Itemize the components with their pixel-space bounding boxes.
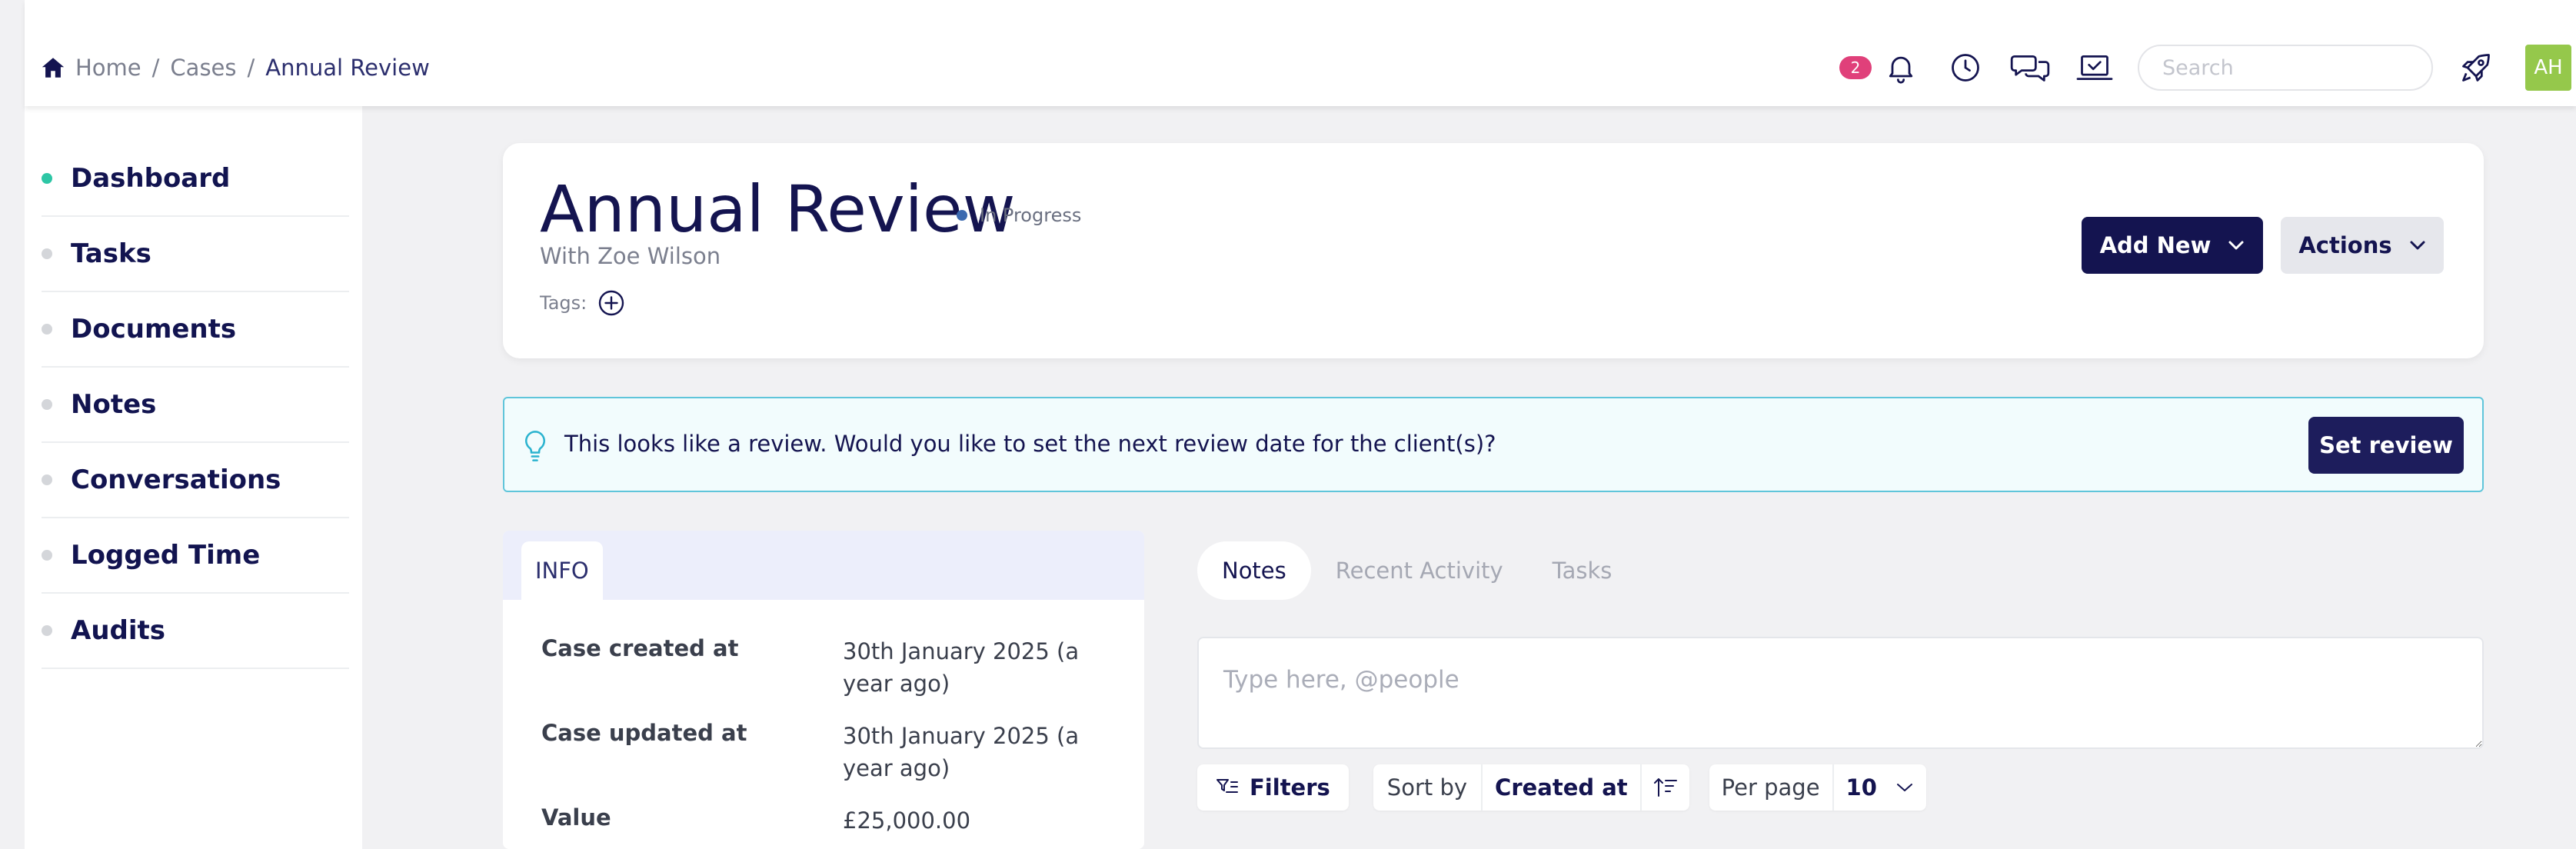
sidebar-item-conversations[interactable]: Conversations <box>42 443 349 518</box>
info-key: Case updated at <box>541 720 747 746</box>
review-suggestion-banner: This looks like a review. Would you like… <box>503 397 2484 492</box>
sidebar-item-documents[interactable]: Documents <box>42 292 349 368</box>
breadcrumb-cases[interactable]: Cases <box>170 55 236 81</box>
dot-icon <box>42 248 52 259</box>
status-dot-icon <box>957 210 967 221</box>
actions-label: Actions <box>2298 232 2392 258</box>
sidebar-item-logged-time[interactable]: Logged Time <box>42 518 349 594</box>
sidebar-item-label: Conversations <box>71 464 281 495</box>
sidebar-item-tasks[interactable]: Tasks <box>42 217 349 292</box>
breadcrumb-separator: / <box>247 55 255 81</box>
sidebar-item-dashboard[interactable]: Dashboard <box>42 142 349 217</box>
sidebar-item-label: Logged Time <box>71 540 261 571</box>
info-tabbar: INFO <box>503 531 1144 600</box>
sidebar-item-audits[interactable]: Audits <box>42 594 349 669</box>
info-key: Value <box>541 804 611 831</box>
tab-tasks[interactable]: Tasks <box>1528 541 1637 600</box>
tags-row: Tags: <box>540 289 625 317</box>
banner-message: This looks like a review. Would you like… <box>564 431 1496 457</box>
per-page-value: 10 <box>1845 774 1877 801</box>
sort-control: Sort by Created at <box>1373 764 1689 811</box>
dot-icon <box>42 474 52 485</box>
filters-label: Filters <box>1250 774 1330 801</box>
chevron-down-icon <box>2409 240 2426 251</box>
chevron-down-icon <box>1895 782 1914 793</box>
dot-icon <box>42 550 52 561</box>
info-value: 30th January 2025 (a year ago) <box>843 638 1080 697</box>
lightbulb-icon <box>521 429 549 463</box>
bell-icon[interactable] <box>1879 46 1922 89</box>
status-label: In Progress <box>980 205 1082 226</box>
tags-label: Tags: <box>540 292 587 314</box>
main-content: Annual Review In Progress With Zoe Wilso… <box>362 106 2576 849</box>
per-page-control: Per page 10 <box>1709 764 1926 811</box>
tab-recent-activity[interactable]: Recent Activity <box>1311 541 1528 600</box>
dot-icon <box>42 625 52 636</box>
sort-field-select[interactable]: Created at <box>1483 764 1642 811</box>
status-badge: In Progress <box>957 205 1081 226</box>
search-input[interactable] <box>2138 45 2433 91</box>
breadcrumb-current: Annual Review <box>265 55 430 81</box>
sidebar-item-notes[interactable]: Notes <box>42 368 349 443</box>
laptop-check-icon[interactable] <box>2073 46 2116 89</box>
sidebar: Dashboard Tasks Documents Notes Conversa… <box>25 106 362 849</box>
sidebar-item-label: Tasks <box>71 238 151 269</box>
actions-button[interactable]: Actions <box>2281 217 2444 274</box>
sidebar-nav: Dashboard Tasks Documents Notes Conversa… <box>42 142 349 669</box>
list-controls: Filters Sort by Created at Per page 10 <box>1197 764 1926 811</box>
active-dot-icon <box>42 173 52 184</box>
add-tag-icon[interactable] <box>597 289 625 317</box>
sidebar-item-label: Notes <box>71 389 157 420</box>
filters-button[interactable]: Filters <box>1197 764 1349 811</box>
activity-tabs: Notes Recent Activity Tasks <box>1197 541 1636 600</box>
case-subtitle: With Zoe Wilson <box>540 243 721 269</box>
avatar[interactable]: AH <box>2525 45 2571 91</box>
top-actions: 2 AH <box>1839 43 2576 92</box>
rocket-icon[interactable] <box>2455 46 2498 89</box>
note-input[interactable] <box>1197 637 2484 749</box>
sort-label: Sort by <box>1373 764 1483 811</box>
add-new-label: Add New <box>2099 232 2212 258</box>
page-title: Annual Review <box>540 171 1016 247</box>
add-new-button[interactable]: Add New <box>2082 217 2263 274</box>
breadcrumb-separator: / <box>151 55 160 81</box>
info-value: 30th January 2025 (a year ago) <box>843 723 1080 781</box>
breadcrumb: Home / Cases / Annual Review <box>40 51 430 85</box>
set-review-button[interactable]: Set review <box>2308 417 2464 474</box>
notification-count-badge: 2 <box>1839 56 1872 79</box>
sidebar-item-label: Dashboard <box>71 163 231 194</box>
info-key: Case created at <box>541 635 739 661</box>
per-page-label: Per page <box>1709 764 1834 811</box>
per-page-select[interactable]: 10 <box>1834 764 1926 811</box>
breadcrumb-home[interactable]: Home <box>75 55 141 81</box>
tab-info[interactable]: INFO <box>521 541 603 600</box>
filter-icon <box>1216 777 1239 797</box>
clock-icon[interactable] <box>1944 46 1987 89</box>
info-card: INFO Case created at 30th January 2025 (… <box>503 531 1144 849</box>
dot-icon <box>42 324 52 335</box>
home-icon[interactable] <box>40 55 66 81</box>
sort-order-icon[interactable] <box>1642 764 1689 811</box>
chevron-down-icon <box>2228 240 2245 251</box>
info-value: £25,000.00 <box>843 807 971 834</box>
case-header-card: Annual Review In Progress With Zoe Wilso… <box>503 143 2484 358</box>
top-bar: Home / Cases / Annual Review 2 AH <box>25 0 2576 106</box>
sidebar-item-label: Documents <box>71 314 237 345</box>
sidebar-item-label: Audits <box>71 615 166 646</box>
tab-notes[interactable]: Notes <box>1197 541 1311 600</box>
chat-bubbles-icon[interactable] <box>2009 46 2052 89</box>
dot-icon <box>42 399 52 410</box>
